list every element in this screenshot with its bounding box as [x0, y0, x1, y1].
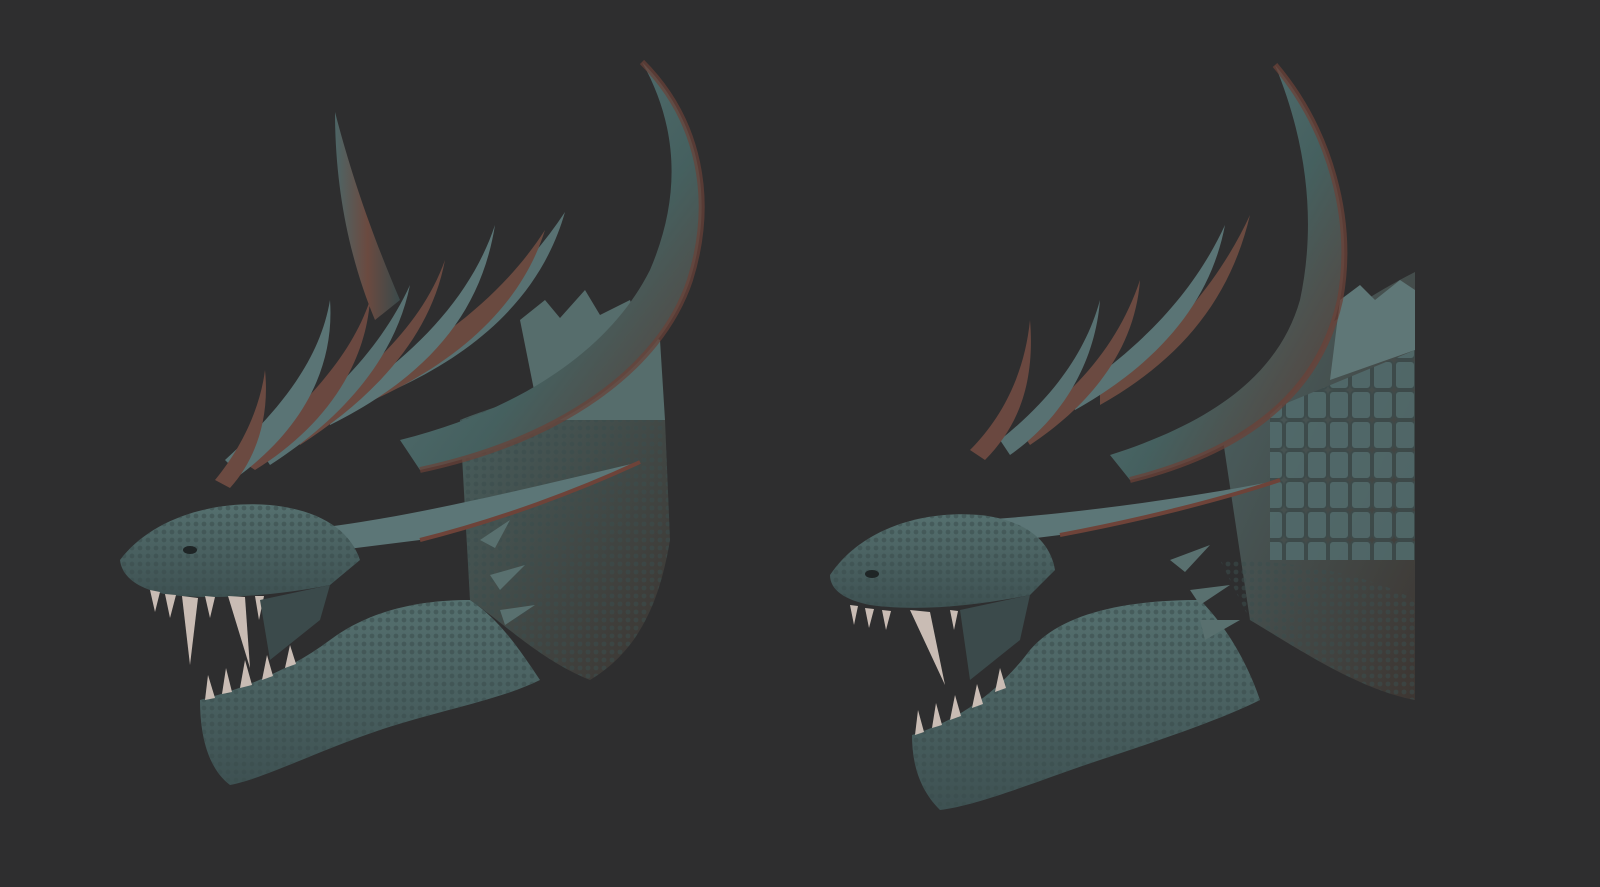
upper-teeth [850, 605, 958, 685]
eye [183, 546, 197, 554]
head-crest-spikes [970, 215, 1281, 545]
eye [865, 570, 879, 578]
dragon-head-right-illustration [830, 63, 1415, 810]
dragon-head-render-left [0, 0, 800, 887]
rear-horn [335, 112, 400, 320]
upper-teeth [150, 590, 264, 668]
sculpt-turnaround-canvas [0, 0, 1600, 887]
dragon-head-left-illustration [120, 59, 705, 785]
dragon-head-render-right [800, 0, 1600, 887]
